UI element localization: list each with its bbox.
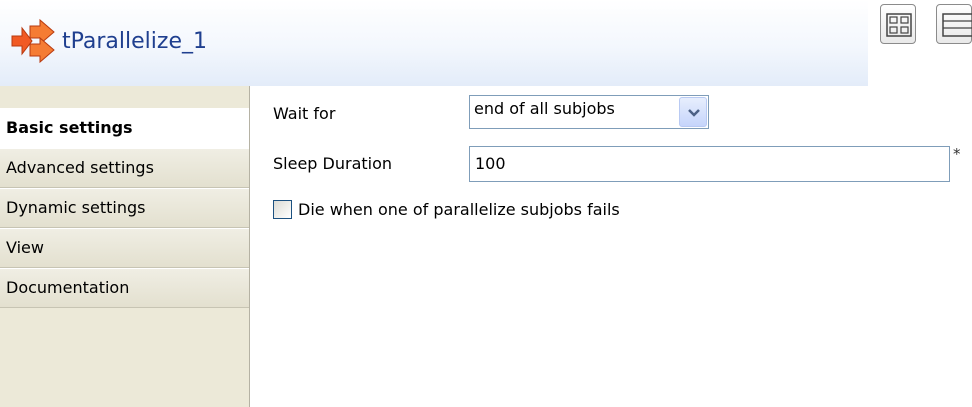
sleep-duration-label: Sleep Duration (273, 154, 393, 173)
component-arrows-icon (11, 18, 55, 64)
tab-dynamic-settings[interactable]: Dynamic settings (0, 188, 249, 228)
grid-layout-icon (886, 13, 912, 37)
die-on-fail-label[interactable]: Die when one of parallelize subjobs fail… (298, 200, 620, 219)
component-title: tParallelize_1 (62, 29, 207, 54)
required-marker: * (953, 145, 961, 163)
settings-sidebar: Basic settings Advanced settings Dynamic… (0, 86, 250, 407)
tab-basic-settings[interactable]: Basic settings (0, 108, 249, 148)
component-header: tParallelize_1 (0, 0, 868, 86)
die-on-fail-checkbox[interactable] (273, 200, 292, 219)
grid-layout-button[interactable] (880, 4, 916, 44)
sleep-duration-input[interactable]: 100 (469, 146, 950, 182)
chevron-down-icon (688, 109, 700, 117)
wait-for-label: Wait for (273, 104, 336, 123)
wait-for-dropdown-button[interactable] (679, 97, 707, 127)
settings-content (250, 86, 972, 407)
tab-view[interactable]: View (0, 228, 249, 268)
tab-advanced-settings[interactable]: Advanced settings (0, 148, 249, 188)
table-layout-button[interactable] (936, 4, 972, 44)
table-layout-icon (942, 13, 972, 37)
wait-for-select[interactable]: end of all subjobs (469, 95, 709, 129)
tab-documentation[interactable]: Documentation (0, 268, 249, 308)
wait-for-value: end of all subjobs (474, 99, 615, 118)
